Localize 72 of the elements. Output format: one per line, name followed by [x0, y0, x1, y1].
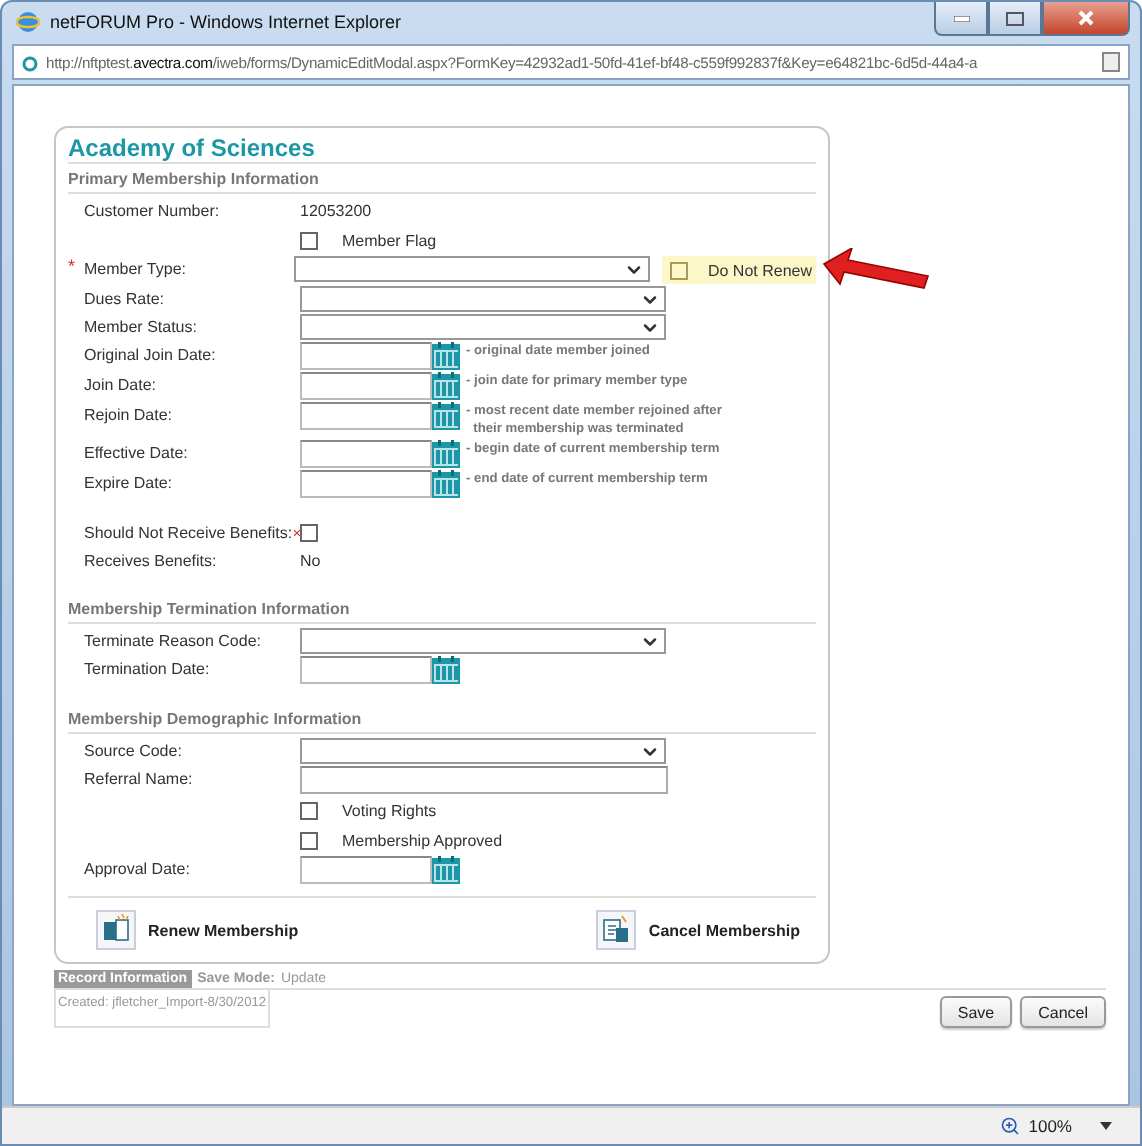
calendar-icon[interactable]: [432, 856, 460, 884]
date-field[interactable]: [300, 402, 432, 430]
calendar-icon[interactable]: [432, 470, 460, 498]
field-value: 12053200: [300, 200, 372, 224]
field-label: Receives Benefits:: [84, 552, 217, 570]
dropdown-field[interactable]: [300, 738, 666, 764]
date-field[interactable]: [300, 372, 432, 400]
field-label: Source Code:: [84, 742, 182, 760]
dropdown-field[interactable]: [300, 314, 666, 340]
compatibility-icon: [1102, 52, 1120, 72]
date-field[interactable]: [300, 440, 432, 468]
calendar-icon[interactable]: [432, 342, 460, 370]
section-heading: Membership Termination Information: [68, 594, 816, 624]
calendar-icon[interactable]: [432, 656, 460, 684]
zoom-level[interactable]: 100%: [1028, 1116, 1072, 1136]
dialog-button[interactable]: Save: [939, 996, 1013, 1028]
date-field[interactable]: [300, 856, 432, 884]
field-label: Approval Date:: [84, 860, 190, 878]
text-field[interactable]: [300, 766, 668, 794]
action-button[interactable]: Cancel Membership: [596, 910, 800, 950]
field-label: Expire Date:: [84, 474, 173, 492]
minimize-icon: [953, 15, 969, 21]
field-label: Customer Number:: [84, 202, 220, 220]
action-button[interactable]: Renew Membership: [96, 910, 299, 950]
checkbox[interactable]: [300, 524, 318, 542]
globe-icon: [16, 10, 40, 34]
checkbox-label: Voting Rights: [342, 801, 437, 819]
field-label: Join Date:: [84, 376, 157, 394]
field-label: Rejoin Date:: [84, 406, 173, 424]
calendar-icon[interactable]: [432, 372, 460, 400]
zoom-icon[interactable]: [1000, 1116, 1021, 1136]
checkbox-label: Do Not Renew: [707, 261, 812, 279]
field-label: Referral Name:: [84, 770, 193, 788]
field-label: Should Not Receive Benefits:: [84, 524, 293, 542]
section-heading: Primary Membership Information: [68, 162, 816, 194]
field-label: Effective Date:: [84, 444, 188, 462]
window-title: netFORUM Pro - Windows Internet Explorer: [50, 12, 404, 32]
checkbox[interactable]: [300, 801, 318, 819]
calendar-icon[interactable]: [432, 440, 460, 468]
field-label: Termination Date:: [84, 660, 210, 678]
page-icon: [22, 53, 38, 71]
checkbox-label: Membership Approved: [342, 831, 503, 849]
document-icon: [596, 910, 637, 950]
calendar-icon[interactable]: [432, 402, 460, 430]
documents-icon: [96, 910, 136, 950]
field-label: Dues Rate:: [84, 290, 165, 308]
field-label: Original Join Date:: [84, 346, 216, 364]
dropdown-icon[interactable]: [1100, 1122, 1112, 1130]
field-value: No: [300, 550, 321, 574]
dropdown-field[interactable]: [300, 628, 666, 654]
arrow-icon: [820, 248, 932, 292]
minimize-button[interactable]: [934, 2, 988, 36]
required-mark: *: [68, 256, 76, 276]
field-label: Member Type:: [84, 260, 186, 278]
close-icon: [1078, 10, 1094, 26]
date-field[interactable]: [300, 470, 432, 498]
date-field[interactable]: [300, 656, 432, 684]
checkbox[interactable]: [300, 231, 318, 249]
close-button[interactable]: [1042, 2, 1130, 36]
maximize-button[interactable]: [988, 2, 1042, 36]
section-heading: Membership Demographic Information: [68, 704, 816, 734]
dropdown-field[interactable]: [293, 256, 650, 282]
date-field[interactable]: [300, 342, 432, 370]
checkbox-label: Member Flag: [342, 231, 437, 249]
field-label: Member Status:: [84, 318, 197, 336]
checkbox[interactable]: [300, 831, 318, 849]
maximize-icon: [1006, 11, 1024, 25]
dialog-button[interactable]: Cancel: [1020, 996, 1106, 1028]
form-title: Academy of Sciences: [68, 134, 317, 162]
field-label: Terminate Reason Code:: [84, 632, 261, 650]
dropdown-field[interactable]: [300, 286, 666, 312]
checkbox[interactable]: [669, 261, 688, 279]
